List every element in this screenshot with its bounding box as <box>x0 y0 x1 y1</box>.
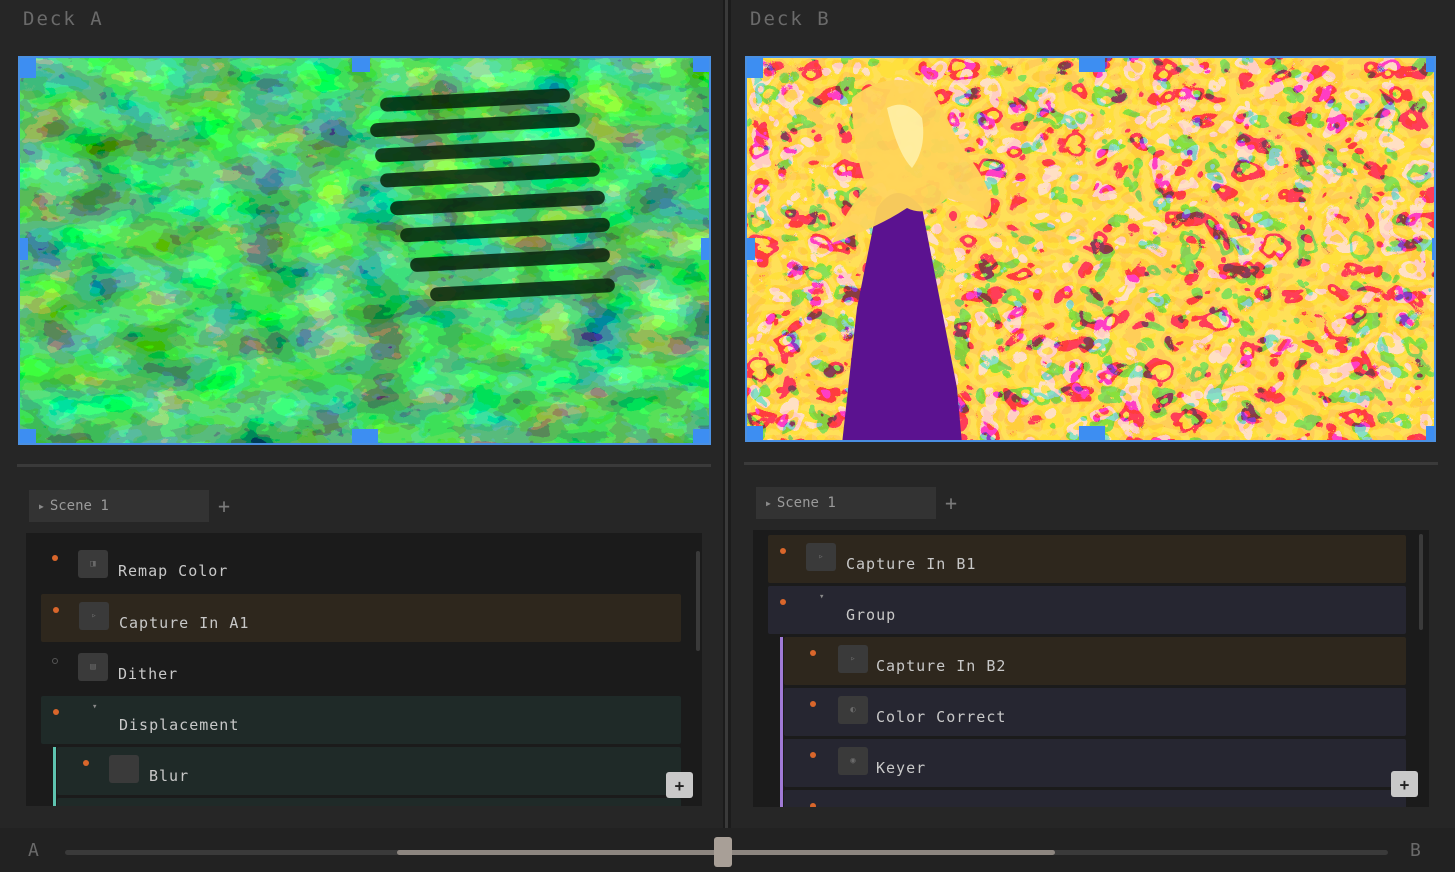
layer-active-dot[interactable] <box>83 760 89 766</box>
resize-handle-bottom-right[interactable] <box>693 429 709 443</box>
deck-a-scene-tab[interactable]: ▶ Scene 1 <box>29 490 209 522</box>
play-triangle-icon: ▶ <box>766 498 771 508</box>
layer-row-blur[interactable]: Blur <box>57 747 681 795</box>
layer-list-scrollbar[interactable] <box>1419 534 1423 630</box>
resize-handle-right[interactable] <box>701 238 709 260</box>
layer-active-dot[interactable] <box>810 701 816 707</box>
resize-handle-left[interactable] <box>747 238 755 260</box>
layer-label: Keyer <box>876 759 927 777</box>
crossfader-bar: A B <box>0 828 1455 872</box>
deck-b-panel: Deck B ▶ Scene 1 + ▹ Capture In B1 ▾ Gro… <box>731 0 1455 828</box>
layer-label: Group <box>846 606 897 624</box>
crossfader-label-a: A <box>28 840 39 861</box>
dither-icon: ▤ <box>78 653 108 681</box>
resize-handle-top-left[interactable] <box>20 58 36 78</box>
deck-b-layer-list: ▹ Capture In B1 ▾ Group ▹ Capture In B2 … <box>753 530 1429 807</box>
color-correct-icon: ◐ <box>838 696 868 724</box>
capture-play-icon: ▹ <box>806 543 836 571</box>
play-triangle-icon: ▶ <box>39 501 44 511</box>
deck-a-preview-image <box>20 58 709 443</box>
layer-row-color-correct[interactable]: ◐ Color Correct <box>784 688 1406 736</box>
expand-caret-icon[interactable]: ▾ <box>92 702 97 712</box>
layer-label: Blur <box>149 767 190 785</box>
deck-b-separator <box>744 462 1438 465</box>
crossfader-thumb[interactable] <box>714 837 732 867</box>
resize-handle-bottom-left[interactable] <box>747 426 763 440</box>
resize-handle-top[interactable] <box>1079 58 1105 72</box>
expand-caret-icon[interactable]: ▾ <box>819 592 824 602</box>
layer-active-dot[interactable] <box>780 548 786 554</box>
layer-row-keyer[interactable]: ◉ Keyer <box>784 739 1406 787</box>
layer-active-dot[interactable] <box>810 803 816 807</box>
layer-row-capture-in-a1[interactable]: ▹ Capture In A1 <box>41 594 681 642</box>
resize-handle-top[interactable] <box>352 58 370 72</box>
layer-inactive-dot[interactable] <box>52 658 58 664</box>
deck-b-title: Deck B <box>750 8 831 30</box>
deck-a-panel: Deck A ▶ Scene 1 + ◨ Remap Color ▹ Captu… <box>0 0 723 828</box>
resize-handle-right[interactable] <box>1432 238 1434 260</box>
layer-label: Remap Color <box>118 562 229 580</box>
group-nest-indicator <box>780 637 783 807</box>
layer-row-group[interactable]: ▾ Group <box>768 586 1406 634</box>
layer-active-dot[interactable] <box>53 709 59 715</box>
deck-a-add-scene-button[interactable]: + <box>218 494 230 518</box>
resize-handle-bottom-right[interactable] <box>1426 426 1434 440</box>
layer-active-dot[interactable] <box>810 752 816 758</box>
capture-play-icon: ▹ <box>838 645 868 673</box>
resize-handle-left[interactable] <box>20 238 28 260</box>
layer-row-displacement[interactable]: ▾ Displacement <box>41 696 681 744</box>
deck-b-preview-image <box>747 58 1434 440</box>
group-nest-indicator <box>53 747 56 806</box>
resize-handle-bottom-left[interactable] <box>20 429 36 443</box>
capture-play-icon: ▹ <box>79 602 109 630</box>
resize-handle-bottom[interactable] <box>352 429 378 443</box>
deck-a-separator <box>17 464 711 467</box>
deck-a-title: Deck A <box>23 8 104 30</box>
layer-label: Capture In B1 <box>846 555 977 573</box>
layer-active-dot[interactable] <box>810 650 816 656</box>
layer-label: Capture In A1 <box>119 614 250 632</box>
resize-handle-top-left[interactable] <box>747 58 763 78</box>
layer-row-remap-color[interactable]: ◨ Remap Color <box>40 542 680 590</box>
layer-active-dot[interactable] <box>780 599 786 605</box>
deck-b-add-scene-button[interactable]: + <box>945 491 957 515</box>
deck-divider[interactable] <box>723 0 731 828</box>
layer-row-capture-in-b1[interactable]: ▹ Capture In B1 <box>768 535 1406 583</box>
layer-label: Displacement <box>119 716 240 734</box>
crossfader-label-b: B <box>1410 840 1421 861</box>
keyer-icon: ◉ <box>838 747 868 775</box>
resize-handle-top-right[interactable] <box>693 58 709 72</box>
deck-b-scene-tab[interactable]: ▶ Scene 1 <box>756 487 936 519</box>
remap-color-icon: ◨ <box>78 550 108 578</box>
layer-row-dither[interactable]: ▤ Dither <box>40 645 680 693</box>
deck-a-add-layer-button[interactable]: + <box>666 772 693 798</box>
deck-b-preview[interactable] <box>745 56 1436 442</box>
layer-active-dot[interactable] <box>52 555 58 561</box>
layer-row-partial[interactable] <box>784 790 1406 807</box>
scene-tab-label: Scene 1 <box>776 495 836 511</box>
resize-handle-bottom[interactable] <box>1079 426 1105 440</box>
deck-b-add-layer-button[interactable]: + <box>1391 771 1418 797</box>
layer-list-scrollbar[interactable] <box>696 551 700 651</box>
deck-a-preview[interactable] <box>18 56 711 445</box>
layer-label: Color Correct <box>876 708 1007 726</box>
blur-icon <box>109 755 139 783</box>
layer-label: Dither <box>118 665 179 683</box>
layer-active-dot[interactable] <box>53 607 59 613</box>
layer-label: Capture In B2 <box>876 657 1007 675</box>
deck-a-layer-list: ◨ Remap Color ▹ Capture In A1 ▤ Dither ▾… <box>26 533 702 806</box>
layer-row-partial[interactable] <box>57 798 681 806</box>
resize-handle-top-right[interactable] <box>1426 58 1434 72</box>
layer-row-capture-in-b2[interactable]: ▹ Capture In B2 <box>784 637 1406 685</box>
scene-tab-label: Scene 1 <box>49 498 109 514</box>
